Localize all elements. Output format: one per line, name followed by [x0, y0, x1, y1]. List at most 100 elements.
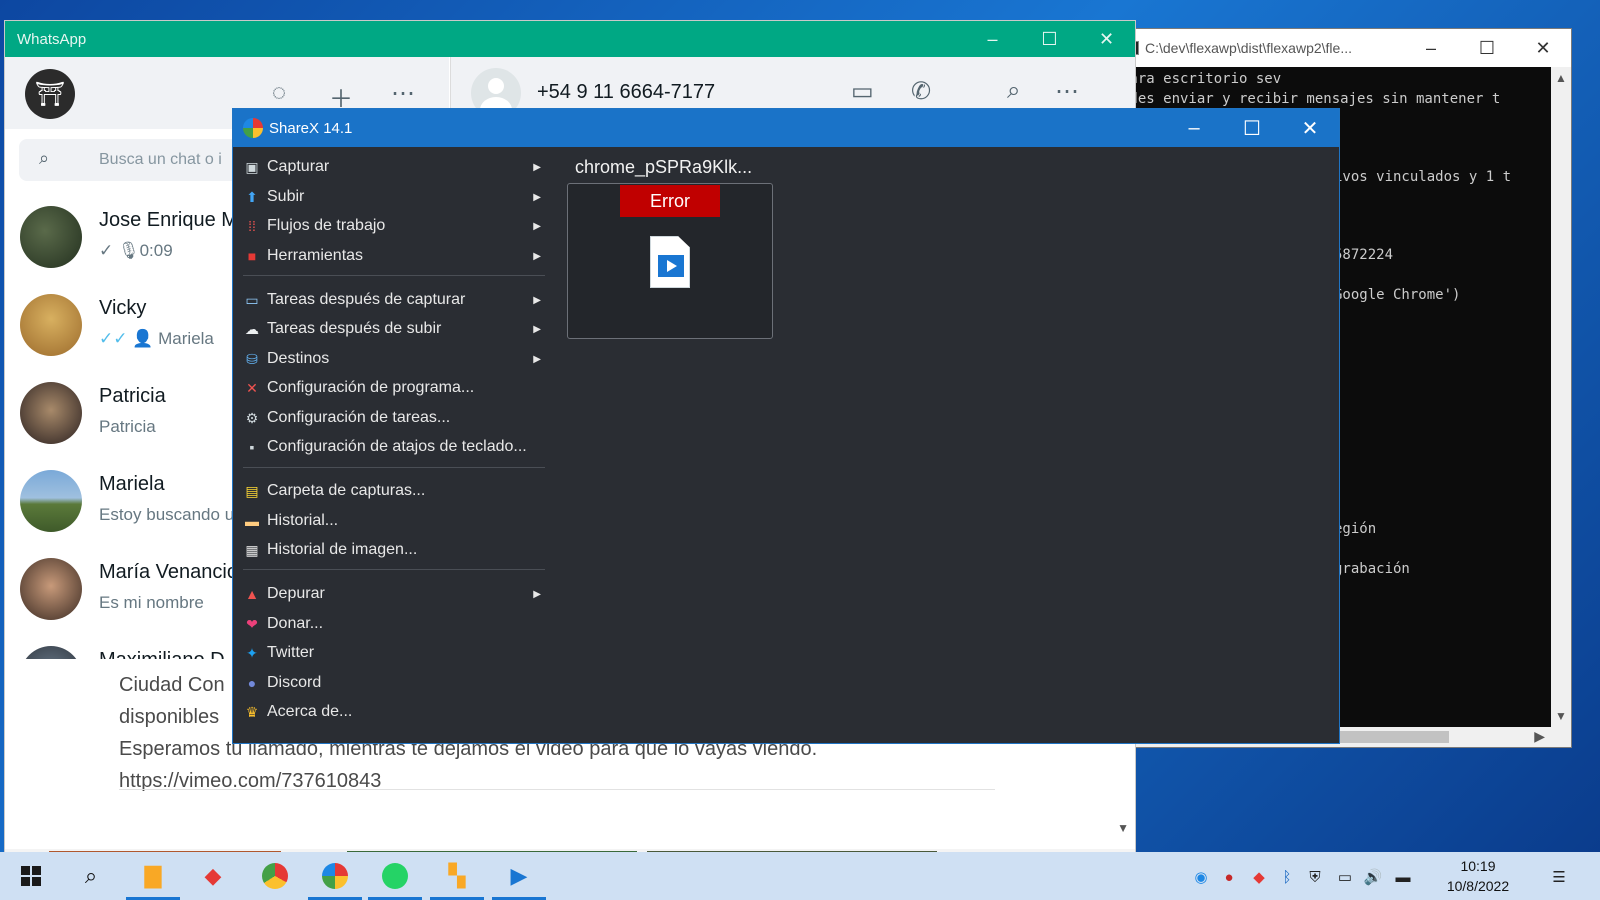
console-line: grabación — [1334, 561, 1410, 577]
chat-avatar — [20, 646, 82, 659]
voice-call-icon[interactable]: ✆ — [911, 77, 931, 106]
whatsapp-taskbar-icon[interactable] — [364, 852, 426, 900]
debug-cone-icon: ▲ — [245, 586, 259, 602]
minimize-icon[interactable]: – — [964, 29, 1021, 50]
menu-separator — [243, 275, 545, 276]
scroll-down-icon[interactable]: ▼ — [1117, 821, 1129, 835]
maximize-icon[interactable]: ☐ — [1021, 29, 1078, 50]
close-icon[interactable]: ✕ — [1078, 29, 1135, 50]
network-icon[interactable]: ▭ — [1334, 866, 1356, 888]
whatsapp-titlebar[interactable]: WhatsApp – ☐ ✕ — [5, 21, 1135, 57]
discord-icon: ● — [247, 675, 257, 691]
history-icon: ▬ — [245, 513, 259, 529]
person-icon: 👤 — [132, 329, 154, 348]
chat-name: Vicky — [99, 297, 147, 319]
search-input[interactable]: Busca un chat o i — [99, 151, 222, 169]
menu-item-carpeta-de-capturas[interactable]: ▤ Carpeta de capturas... — [243, 477, 549, 505]
menu-item-acerca-de[interactable]: ♛ Acerca de... — [243, 698, 549, 726]
crown-icon: ♛ — [245, 703, 259, 720]
submenu-arrow-icon: ▶ — [533, 294, 541, 306]
menu-item-donar[interactable]: ❤ Donar... — [243, 610, 549, 638]
menu-item-tareas-despues-de-capturar[interactable]: ▭ Tareas después de capturar ▶ — [243, 286, 549, 314]
menu-item-tareas-despues-de-subir[interactable]: ☁ Tareas después de subir ▶ — [243, 315, 549, 343]
battery-icon[interactable]: ▬ — [1392, 866, 1414, 888]
scroll-down-icon[interactable]: ▼ — [1555, 709, 1567, 723]
volume-icon[interactable]: 🔊 — [1362, 866, 1384, 888]
chat-avatar — [20, 206, 82, 268]
profile-avatar[interactable]: ⛩ — [25, 69, 75, 119]
image-history-icon: ▦ — [245, 541, 259, 558]
destinations-icon: ⛁ — [246, 350, 258, 367]
menu-item-capturar[interactable]: ▣ Capturar ▶ — [243, 153, 549, 181]
console-vertical-scrollbar[interactable]: ▲ ▼ — [1551, 67, 1571, 727]
start-button[interactable] — [0, 852, 62, 900]
close-icon[interactable]: ✕ — [1515, 38, 1571, 59]
more-options-icon[interactable]: ⋯ — [1055, 77, 1079, 106]
sharex-tray-icon[interactable]: ◉ — [1190, 866, 1212, 888]
menu-item-flujos-de-trabajo[interactable]: ⁞⁞ Flujos de trabajo ▶ — [243, 212, 549, 240]
gear-icon: ⚙ — [245, 409, 259, 426]
menu-item-twitter[interactable]: ✦ Twitter — [243, 639, 549, 667]
chat-avatar — [20, 470, 82, 532]
sharex-window[interactable]: ShareX 14.1 – ☐ ✕ ▣ Capturar ▶ ⬆ Subir ▶ ⁞… — [232, 108, 1340, 744]
sharex-taskbar-icon[interactable] — [304, 852, 366, 900]
record-tray-icon[interactable]: ● — [1218, 866, 1240, 888]
task-filename: chrome_pSPRa9Klk... — [575, 157, 753, 177]
menu-item-subir[interactable]: ⬆ Subir ▶ — [243, 183, 549, 211]
clock[interactable]: 10:19 10/8/2022 — [1438, 856, 1518, 896]
maximize-icon[interactable]: ☐ — [1223, 116, 1281, 141]
chat-name: María Venancio — [99, 561, 238, 583]
menu-item-configuracion-de-atajos[interactable]: ▪ Configuración de atajos de teclado... — [243, 433, 549, 461]
image-tasks-icon: ▭ — [245, 291, 259, 308]
chat-avatar — [20, 382, 82, 444]
menu-separator — [243, 467, 545, 468]
video-call-icon[interactable]: ▭ — [851, 77, 874, 106]
media-player-icon[interactable]: ▶ — [488, 852, 550, 900]
sharex-main-menu: ▣ Capturar ▶ ⬆ Subir ▶ ⁞⁞ Flujos de trabaj… — [233, 147, 549, 743]
mic-icon: 🎙 — [117, 241, 140, 260]
menu-item-depurar[interactable]: ▲ Depurar ▶ — [243, 580, 549, 608]
search-icon[interactable]: ⌕ — [60, 852, 122, 900]
security-shield-icon[interactable]: ⛨ — [1304, 866, 1326, 888]
menu-item-herramientas[interactable]: ■ Herramientas ▶ — [243, 242, 549, 270]
wrench-icon: ✕ — [246, 379, 258, 396]
scroll-right-icon[interactable]: ▶ — [1534, 728, 1545, 745]
console-line: egión — [1334, 521, 1377, 537]
console-titlebar[interactable]: C:\dev\flexawp\dist\flexawp2\fle... – ☐ … — [1113, 29, 1571, 67]
menu-item-destinos[interactable]: ⛁ Destinos ▶ — [243, 345, 549, 373]
video-file-icon — [650, 236, 690, 288]
console-line: Google Chrome') — [1334, 287, 1461, 303]
menu-item-configuracion-de-programa[interactable]: ✕ Configuración de programa... — [243, 374, 549, 402]
chat-name: Maximiliano D — [99, 649, 225, 659]
menu-item-configuracion-de-tareas[interactable]: ⚙ Configuración de tareas... — [243, 404, 549, 432]
clock-date: 10/8/2022 — [1446, 878, 1510, 894]
more-options-icon[interactable]: ⋯ — [387, 79, 419, 108]
sharex-titlebar[interactable]: ShareX 14.1 – ☐ ✕ — [233, 109, 1339, 147]
anydesk-tray-icon[interactable]: ◆ — [1248, 866, 1270, 888]
taskbar: ⌕ ▇ ◆ ▚ ▶ ◉ ● ◆ ᛒ ⛨ ▭ 🔊 ▬ 10:19 10/8/202… — [0, 852, 1600, 900]
minimize-icon[interactable]: – — [1165, 117, 1223, 140]
folder-icon: ▤ — [245, 482, 259, 499]
scroll-up-icon[interactable]: ▲ — [1555, 71, 1567, 85]
python-app-icon[interactable]: ▚ — [426, 852, 488, 900]
contact-number[interactable]: +54 9 11 6664-7177 — [537, 81, 715, 104]
submenu-arrow-icon: ▶ — [533, 161, 541, 173]
minimize-icon[interactable]: – — [1403, 38, 1459, 59]
maximize-icon[interactable]: ☐ — [1459, 38, 1515, 59]
menu-item-historial-de-imagen[interactable]: ▦ Historial de imagen... — [243, 536, 549, 564]
anydesk-icon[interactable]: ◆ — [182, 852, 244, 900]
task-thumbnail[interactable]: Error — [567, 183, 773, 339]
console-line: 5872224 — [1334, 247, 1394, 263]
chrome-icon[interactable] — [244, 852, 306, 900]
file-explorer-icon[interactable]: ▇ — [122, 852, 184, 900]
menu-item-discord[interactable]: ● Discord — [243, 669, 549, 697]
close-icon[interactable]: ✕ — [1281, 116, 1339, 141]
notifications-icon[interactable]: ☰ — [1548, 866, 1570, 888]
bluetooth-icon[interactable]: ᛒ — [1276, 866, 1298, 888]
message-link[interactable]: https://vimeo.com/737610843 — [119, 765, 817, 797]
menu-item-historial[interactable]: ▬ Historial... — [243, 507, 549, 535]
search-icon[interactable]: ⌕ — [1007, 77, 1020, 105]
console-line: edes enviar y recibir mensajes sin mante… — [1121, 91, 1501, 107]
chat-preview: Estoy buscando u — [99, 505, 235, 524]
status-icon[interactable]: ◌ — [263, 79, 295, 107]
